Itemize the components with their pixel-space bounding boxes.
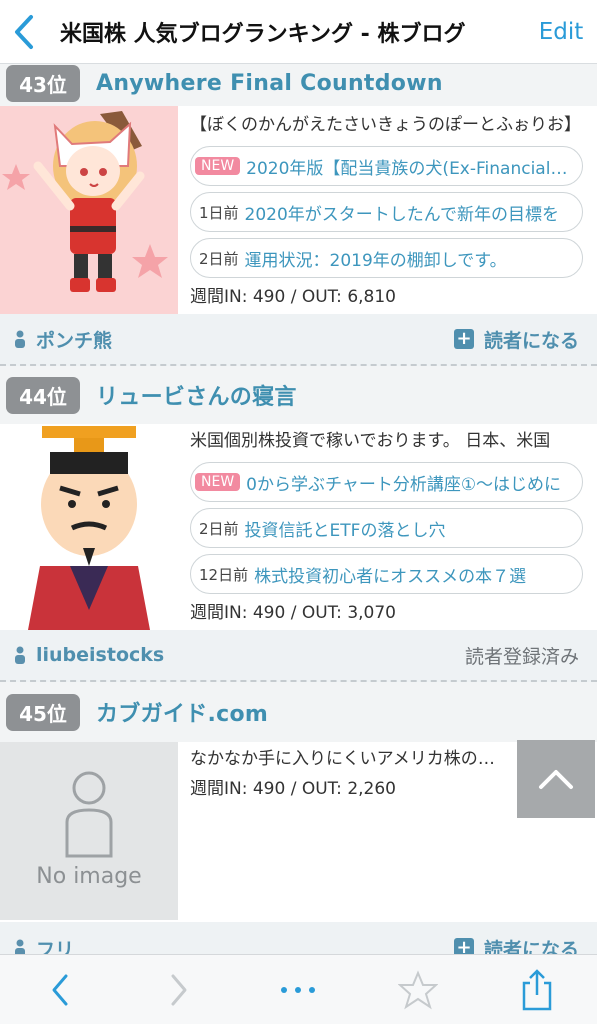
blog-description: なかなか手に入りにくいアメリカ株の投資情報: [190, 749, 507, 769]
rank-badge: 44位: [6, 376, 80, 414]
blog-thumbnail[interactable]: [0, 424, 178, 630]
author[interactable]: liubeistocks: [14, 644, 465, 666]
blog-entry-body[interactable]: 米国個別株投資で稼いでおります。 日本、米国 NEW 0から学ぶチャート分析講座…: [0, 424, 597, 630]
no-image-label: No image: [36, 864, 142, 889]
author-name: ポンチ熊: [36, 329, 113, 352]
rank-header[interactable]: 43位 Anywhere Final Countdown: [0, 64, 597, 106]
more-dots-icon: [281, 986, 316, 993]
blog-title[interactable]: リュービさんの寝言: [96, 379, 297, 411]
article-title: 株式投資初心者にオススメの本７選: [254, 566, 527, 587]
article-link[interactable]: 2日前 運用状況：2019年の棚卸しです。: [190, 238, 583, 278]
blog-thumbnail[interactable]: [0, 106, 178, 314]
article-link[interactable]: 12日前 株式投資初心者にオススメの本７選: [190, 554, 583, 594]
blog-info: 米国個別株投資で稼いでおります。 日本、米国 NEW 0から学ぶチャート分析講座…: [190, 426, 583, 628]
plus-icon: +: [453, 938, 474, 954]
browser-forward-button[interactable]: [144, 960, 214, 1020]
author-name: liubeistocks: [36, 644, 165, 666]
blog-description: 【ぼくのかんがえたさいきょうのぽーとふぉりお】: [190, 115, 581, 135]
rank-header[interactable]: 44位 リュービさんの寝言: [0, 372, 597, 418]
blog-entry-body[interactable]: 【ぼくのかんがえたさいきょうのぽーとふぉりお】 NEW 2020年版【配当貴族の…: [0, 106, 597, 314]
subscribe-label: 読者になる: [483, 329, 579, 352]
article-link[interactable]: 1日前 2020年がスタートしたんで新年の目標を: [190, 192, 583, 232]
article-link[interactable]: NEW 2020年版【配当貴族の犬(Ex-Financial)】: [190, 146, 583, 186]
chevron-left-icon: [15, 14, 33, 49]
scroll-to-top-button[interactable]: [517, 740, 595, 818]
edit-button[interactable]: Edit: [525, 19, 597, 45]
plus-icon: +: [453, 329, 474, 349]
weekly-stats: 週間IN: 490 / OUT: 3,070: [190, 603, 396, 623]
subscribe-label: 読者になる: [483, 938, 579, 955]
chevron-up-icon: [539, 770, 573, 789]
blog-entry-body[interactable]: No image なかなか手に入りにくいアメリカ株の投資情報 週間IN: 490…: [0, 742, 597, 922]
back-button[interactable]: [0, 0, 48, 64]
browser-back-button[interactable]: [25, 960, 95, 1020]
article-link[interactable]: NEW 0から学ぶチャート分析講座①〜はじめに: [190, 462, 583, 502]
blog-description: 米国個別株投資で稼いでおります。 日本、米国: [190, 431, 551, 451]
share-button[interactable]: [502, 960, 572, 1020]
more-button[interactable]: [263, 960, 333, 1020]
star-icon: [397, 969, 438, 1009]
share-icon: [523, 968, 552, 1010]
ranking-list[interactable]: 43位 Anywhere Final Countdown 【ぼくのかんがえたさい…: [0, 64, 597, 954]
author[interactable]: フリ: [14, 935, 454, 955]
subscribe-button[interactable]: + 読者になる: [453, 326, 579, 353]
emperor-illustration: [0, 424, 178, 630]
article-title: 0から学ぶチャート分析講座①〜はじめに: [246, 474, 562, 495]
subscribed-status: 読者登録済み: [464, 645, 579, 668]
new-badge: NEW: [195, 157, 241, 175]
blog-footer: ポンチ熊 + 読者になる: [0, 314, 597, 366]
person-icon: [15, 939, 25, 954]
article-age: 12日前: [199, 565, 249, 584]
article-title: 2020年がスタートしたんで新年の目標を: [244, 204, 559, 225]
blog-title[interactable]: カブガイド.com: [96, 696, 268, 728]
article-title: 運用状況：2019年の棚卸しです。: [244, 250, 507, 271]
article-age: 2日前: [199, 519, 239, 538]
no-image-placeholder: No image: [0, 742, 178, 920]
chevron-left-icon: [52, 974, 68, 1005]
subscribe-button[interactable]: + 読者になる: [453, 935, 579, 955]
article-title: 2020年版【配当貴族の犬(Ex-Financial)】: [246, 158, 572, 179]
bookmark-button[interactable]: [383, 960, 453, 1020]
rank-badge: 43位: [6, 64, 80, 102]
article-title: 投資信託とETFの落とし穴: [244, 520, 446, 541]
article-age: 2日前: [199, 249, 239, 268]
blog-info: 【ぼくのかんがえたさいきょうのぽーとふぉりお】 NEW 2020年版【配当貴族の…: [190, 110, 583, 312]
author-name: フリ: [36, 938, 75, 955]
top-navigation-bar: 米国株 人気ブログランキング - 株ブログ Edit: [0, 0, 597, 64]
article-age: 1日前: [199, 203, 239, 222]
blog-info: なかなか手に入りにくいアメリカ株の投資情報 週間IN: 490 / OUT: 2…: [190, 744, 507, 804]
blog-footer: liubeistocks 読者登録済み: [0, 630, 597, 682]
weekly-stats: 週間IN: 490 / OUT: 2,260: [190, 779, 396, 799]
person-icon: [15, 646, 25, 664]
bottom-toolbar: [0, 954, 597, 1024]
article-link[interactable]: 2日前 投資信託とETFの落とし穴: [190, 508, 583, 548]
new-badge: NEW: [195, 473, 241, 491]
chevron-right-icon: [171, 974, 187, 1005]
weekly-stats: 週間IN: 490 / OUT: 6,810: [190, 287, 396, 307]
blog-thumbnail[interactable]: No image: [0, 742, 178, 920]
page-title: 米国株 人気ブログランキング - 株ブログ: [60, 21, 466, 47]
anime-girl-illustration: [0, 106, 178, 314]
author[interactable]: ポンチ熊: [14, 326, 454, 353]
person-outline-icon: [65, 771, 113, 858]
blog-title[interactable]: Anywhere Final Countdown: [96, 71, 443, 96]
rank-badge: 45位: [6, 693, 80, 731]
rank-header[interactable]: 45位 カブガイド.com: [0, 689, 597, 735]
blog-footer: フリ + 読者になる: [0, 922, 597, 954]
person-icon: [15, 330, 25, 348]
